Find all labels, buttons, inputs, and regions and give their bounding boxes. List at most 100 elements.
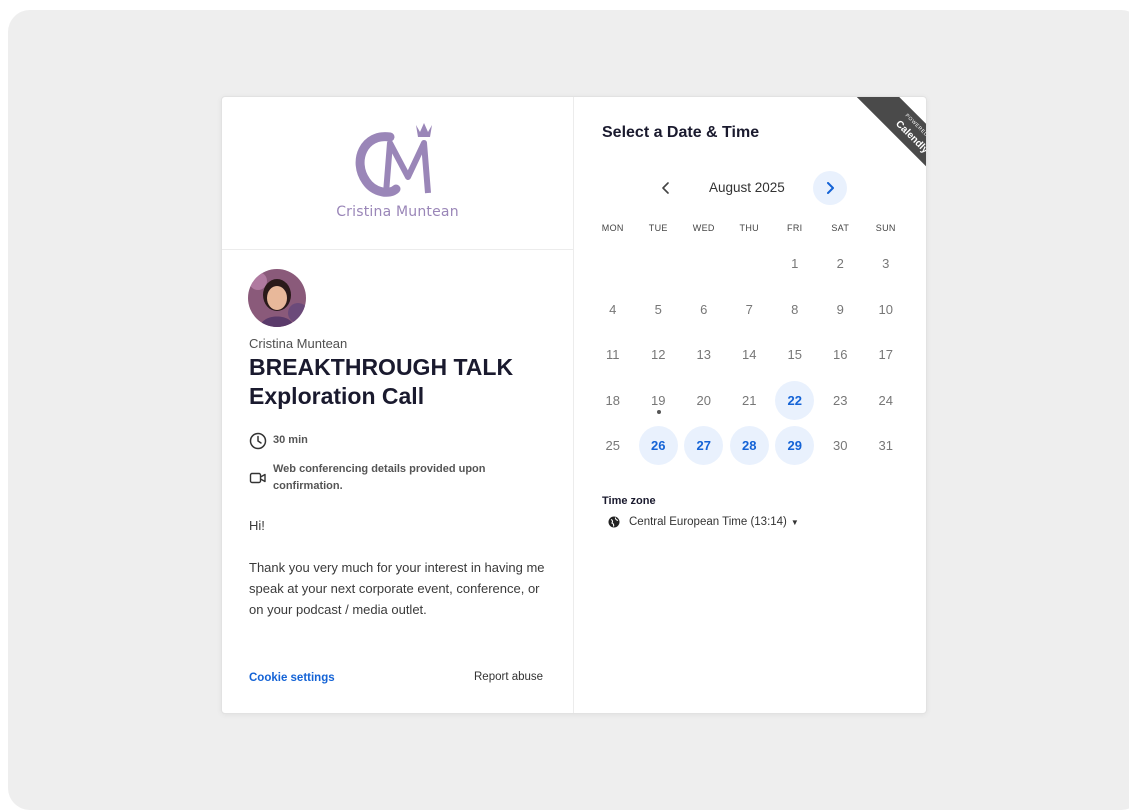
clock-icon xyxy=(249,432,267,450)
calendar-day-number: 7 xyxy=(745,301,753,317)
logo-area: Cristina Muntean xyxy=(222,97,573,250)
event-title: BREAKTHROUGH TALK Exploration Call xyxy=(249,354,514,409)
today-indicator-dot xyxy=(656,409,661,414)
powered-by-calendly-ribbon[interactable]: POWERED BY Calendly xyxy=(834,97,927,189)
calendar-day-available[interactable]: 29 xyxy=(772,423,818,469)
calendar-day-number: 13 xyxy=(696,347,711,363)
calendar-day-number: 30 xyxy=(833,438,848,454)
cookie-settings-link[interactable]: Cookie settings xyxy=(249,672,335,684)
timezone-selector[interactable]: Central European Time (13:14) ▼ xyxy=(608,516,799,528)
calendar-day: 25 xyxy=(590,423,636,469)
calendar-day-number: 19 xyxy=(651,392,666,408)
chevron-left-icon xyxy=(662,182,669,194)
calendar-day: 23 xyxy=(818,378,864,424)
calendar-blank-cell xyxy=(727,241,773,287)
calendar-day: 10 xyxy=(863,287,909,333)
calendar-day: 18 xyxy=(590,378,636,424)
weekday-label: SAT xyxy=(831,223,850,233)
host-avatar xyxy=(248,269,306,327)
calendar-day-number: 3 xyxy=(882,256,890,272)
calendar-day-number: 18 xyxy=(605,392,620,408)
calendar-day: 3 xyxy=(863,241,909,287)
weekday-label: TUE xyxy=(648,223,668,233)
calendar-day-number: 21 xyxy=(742,392,757,408)
caret-down-icon: ▼ xyxy=(790,517,799,527)
month-label: August 2025 xyxy=(709,180,785,195)
calendar-day-number: 22 xyxy=(775,380,815,420)
calendar-grid: 1 2 3 4 5 6 7 8 9 10 11 12 13 14 15 16 17 18 19 20 21 22 23 24 2… xyxy=(590,241,920,469)
weekday-label: THU xyxy=(739,223,759,233)
calendar-day: 1 xyxy=(772,241,818,287)
calendar-day-number: 1 xyxy=(791,256,799,272)
calendar-day: 31 xyxy=(863,423,909,469)
video-camera-icon xyxy=(249,472,266,484)
calendar-day: 16 xyxy=(818,332,864,378)
calendar-day: 8 xyxy=(772,287,818,333)
calendar-day-available[interactable]: 22 xyxy=(772,378,818,424)
calendar-day-number: 10 xyxy=(878,301,893,317)
calendar-day-number: 28 xyxy=(729,426,769,466)
ribbon-brand-text: Calendly xyxy=(893,118,927,156)
event-details-panel: Cristina Muntean Cristina Muntean BREAKT… xyxy=(222,97,574,713)
calendar-day: 15 xyxy=(772,332,818,378)
host-name: Cristina Muntean xyxy=(249,336,348,351)
calendar-day-number: 17 xyxy=(878,347,893,363)
calendar-day-number: 12 xyxy=(651,347,666,363)
description-body: Thank you very much for your interest in… xyxy=(249,560,545,617)
calendar-day: 17 xyxy=(863,332,909,378)
calendar-day-number: 15 xyxy=(787,347,802,363)
calendar-day: 14 xyxy=(727,332,773,378)
previous-month-button[interactable] xyxy=(654,176,678,200)
calendar-day: 9 xyxy=(818,287,864,333)
calendar-day-available[interactable]: 26 xyxy=(636,423,682,469)
description-greeting: Hi! xyxy=(249,518,265,533)
calendar-day-number: 4 xyxy=(609,301,617,317)
calendar-day-available[interactable]: 28 xyxy=(727,423,773,469)
calendar-day-number: 29 xyxy=(775,426,815,466)
location-text: Web conferencing details provided upon c… xyxy=(273,463,486,492)
calendar-day-available[interactable]: 27 xyxy=(681,423,727,469)
calendar-heading: Select a Date & Time xyxy=(602,124,760,141)
calendar-day: 7 xyxy=(727,287,773,333)
calendar-panel: Select a Date & Time August 2025 MON TUE… xyxy=(574,97,926,713)
duration-row: 30 min xyxy=(249,432,308,450)
calendar-day: 13 xyxy=(681,332,727,378)
calendar-day: 19 xyxy=(636,378,682,424)
calendar-day-number: 31 xyxy=(878,438,893,454)
calendar-day-number: 24 xyxy=(878,392,893,408)
timezone-label: Time zone xyxy=(602,495,656,507)
calendar-day: 12 xyxy=(636,332,682,378)
calendar-day: 11 xyxy=(590,332,636,378)
calendar-day-number: 25 xyxy=(605,438,620,454)
cm-logo-icon xyxy=(355,123,432,197)
duration-text: 30 min xyxy=(273,434,308,446)
logo-name: Cristina Muntean xyxy=(336,204,459,220)
calendar-day-number: 14 xyxy=(742,347,757,363)
calendar-day: 4 xyxy=(590,287,636,333)
calendar-day-number: 26 xyxy=(638,426,678,466)
report-abuse-link[interactable]: Report abuse xyxy=(474,671,543,683)
location-row: Web conferencing details provided upon c… xyxy=(249,461,539,495)
weekday-label: MON xyxy=(601,223,624,233)
weekday-label: FRI xyxy=(787,223,803,233)
calendar-day: 5 xyxy=(636,287,682,333)
calendar-blank-cell xyxy=(636,241,682,287)
calendar-day-number: 6 xyxy=(700,301,708,317)
weekday-header: MON TUE WED THU FRI SAT SUN xyxy=(590,223,920,233)
calendar-day-number: 27 xyxy=(684,426,724,466)
calendar-blank-cell xyxy=(590,241,636,287)
calendar-day: 2 xyxy=(818,241,864,287)
booking-card: Cristina Muntean Cristina Muntean BREAKT… xyxy=(221,96,927,714)
calendar-day-number: 9 xyxy=(836,301,844,317)
calendar-day-number: 8 xyxy=(791,301,799,317)
calendar-day-number: 2 xyxy=(836,256,844,272)
calendar-day-number: 5 xyxy=(654,301,662,317)
calendar-day: 30 xyxy=(818,423,864,469)
calendar-blank-cell xyxy=(681,241,727,287)
calendar-day: 6 xyxy=(681,287,727,333)
calendar-day-number: 11 xyxy=(606,347,620,363)
weekday-label: SUN xyxy=(875,223,896,233)
calendar-day: 20 xyxy=(681,378,727,424)
globe-icon xyxy=(608,516,620,528)
timezone-value: Central European Time (13:14) xyxy=(629,516,787,528)
